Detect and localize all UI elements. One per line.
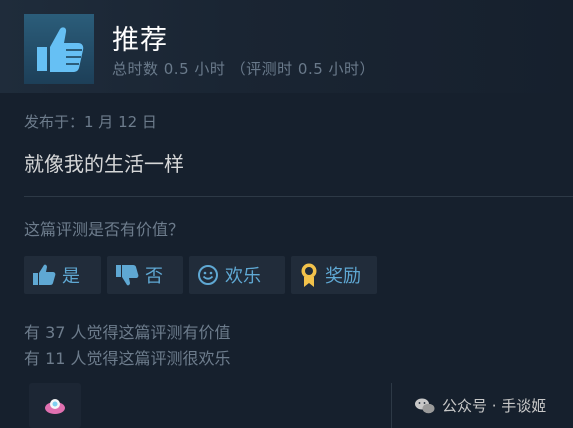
funny-count: 有 11 人觉得这篇评测很欢乐: [24, 349, 231, 368]
thumbs-down-icon: [115, 264, 139, 286]
verdict-title: 推荐: [112, 25, 168, 56]
vote-no-button[interactable]: 否: [107, 256, 183, 294]
vote-funny-button[interactable]: 欢乐: [189, 256, 285, 294]
helpful-question: 这篇评测是否有价值？: [24, 220, 185, 239]
vote-no-label: 否: [145, 266, 163, 287]
vote-yes-button[interactable]: 是: [24, 256, 101, 294]
award-label: 奖励: [325, 266, 361, 287]
wechat-icon: [414, 397, 436, 415]
thumbs-up-icon: [37, 27, 84, 72]
award-emoji-slot[interactable]: [29, 383, 81, 428]
recommended-badge: [24, 14, 94, 84]
watermark: 公众号 · 手谈姬: [414, 395, 546, 416]
side-divider: [391, 383, 392, 428]
helpful-count: 有 37 人觉得这篇评测有价值: [24, 323, 231, 342]
playtime-info: 总时数 0.5 小时 （评测时 0.5 小时）: [112, 60, 376, 78]
smiley-icon: [197, 264, 219, 286]
posted-date: 发布于：1 月 12 日: [24, 113, 157, 131]
vote-yes-label: 是: [62, 266, 80, 287]
watermark-text: 公众号 · 手谈姬: [442, 397, 547, 415]
thumbs-up-icon: [32, 264, 56, 286]
divider: [24, 196, 573, 197]
award-emoji-icon: [45, 399, 65, 414]
review-header: 推荐 总时数 0.5 小时 （评测时 0.5 小时）: [0, 0, 573, 93]
award-button[interactable]: 奖励: [291, 256, 377, 294]
review-body: 就像我的生活一样: [24, 152, 184, 176]
vote-funny-label: 欢乐: [225, 266, 261, 287]
award-medal-icon: [299, 262, 319, 288]
